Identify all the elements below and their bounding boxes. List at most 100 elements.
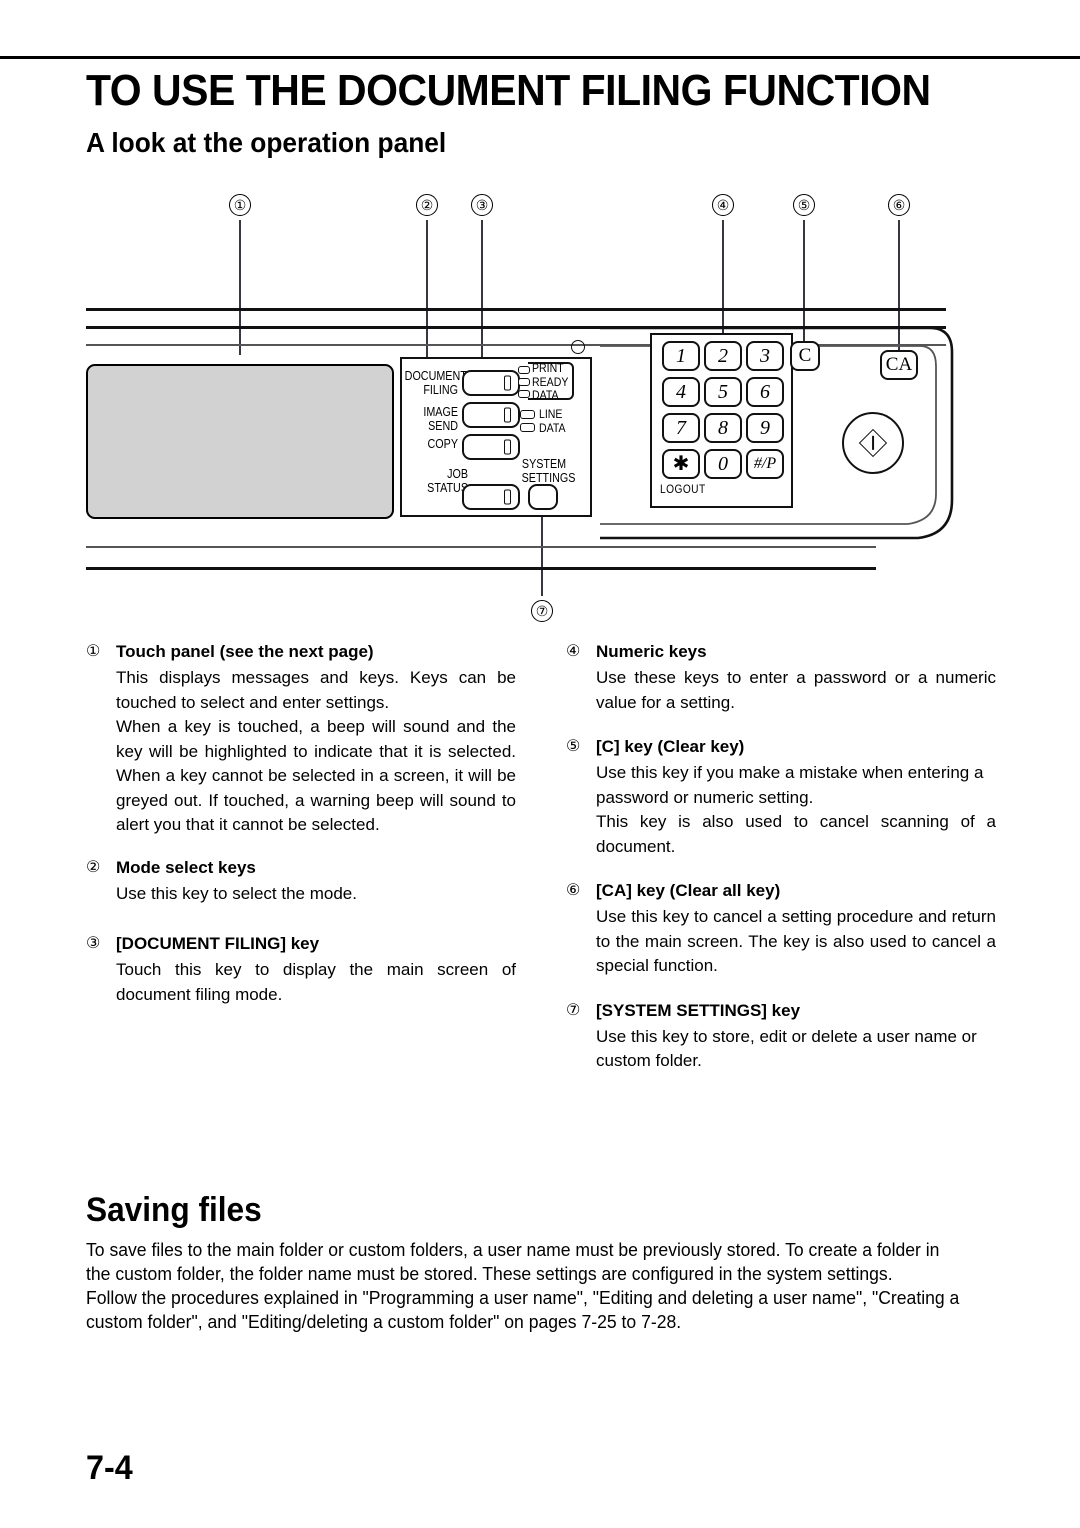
saving-files-body: To save files to the main folder or cust… (86, 1238, 960, 1334)
leader-line-3 (481, 220, 483, 372)
data2-led-icon (520, 423, 535, 432)
item-body-5: Use this key if you make a mistake when … (596, 761, 996, 859)
start-key[interactable] (842, 412, 904, 474)
job-status-key[interactable] (462, 484, 520, 510)
mode-key-label-image-send: IMAGE SEND (423, 405, 458, 433)
key-notch-icon (504, 375, 511, 391)
page-number: 7-4 (86, 1449, 133, 1487)
item-paragraph: When a key is touched, a beep will sound… (116, 717, 516, 834)
ready-led-icon (518, 378, 530, 386)
system-settings-key[interactable] (528, 484, 558, 510)
print-status-labels: PRINT READY DATA (532, 361, 569, 402)
numeric-key-0[interactable]: 0 (704, 449, 742, 479)
description-item-1: ① Touch panel (see the next page) This d… (86, 640, 516, 838)
numeric-key-2[interactable]: 2 (704, 341, 742, 371)
start-diamond-icon (858, 428, 888, 458)
item-paragraph: This displays messages and keys. Keys ca… (116, 668, 516, 712)
item-paragraph: Use this key to store, edit or delete a … (596, 1026, 977, 1071)
item-title-2: Mode select keys (116, 857, 256, 877)
item-body-1: This displays messages and keys. Keys ca… (116, 666, 516, 838)
saving-paragraph-2: Follow the procedures explained in "Prog… (86, 1287, 960, 1332)
item-body-2: Use this key to select the mode. (116, 882, 516, 907)
numeric-key-9[interactable]: 9 (746, 413, 784, 443)
operation-panel-diagram: ① ② ③ ④ ⑤ ⑥ ⑦ DOCUMENT FILING IMAGE SEND… (0, 180, 1080, 640)
item-paragraph: Touch this key to display the main scree… (116, 960, 516, 1004)
numeric-key-1[interactable]: 1 (662, 341, 700, 371)
callout-2: ② (416, 194, 438, 216)
print-led-icon (518, 366, 530, 374)
image-send-key[interactable] (462, 402, 520, 428)
numeric-key-7[interactable]: 7 (662, 413, 700, 443)
item-marker-4: ④ (566, 643, 581, 660)
item-marker-7: ⑦ (566, 1001, 581, 1019)
line-data-labels: LINE DATA (539, 407, 566, 435)
mode-key-label-copy: COPY (427, 437, 458, 451)
item-body-3: Touch this key to display the main scree… (116, 958, 516, 1007)
header-rule (0, 56, 1080, 59)
numeric-key-asterisk[interactable]: ✱ (662, 449, 700, 479)
numeric-key-3[interactable]: 3 (746, 341, 784, 371)
item-body-7: Use this key to store, edit or delete a … (596, 1025, 996, 1074)
numeric-key-hash-p[interactable]: #/P (746, 449, 784, 479)
description-item-2: ② Mode select keys Use this key to selec… (86, 856, 516, 907)
item-marker-3: ③ (86, 935, 101, 952)
item-paragraph: Use this key to select the mode. (116, 883, 357, 903)
numeric-key-8[interactable]: 8 (704, 413, 742, 443)
item-title-3: [DOCUMENT FILING] key (116, 934, 320, 953)
saving-paragraph-1: To save files to the main folder or cust… (86, 1239, 940, 1284)
item-marker-6: ⑥ (566, 882, 581, 899)
callout-7: ⑦ (531, 600, 553, 622)
data-led-icon (518, 390, 530, 398)
page-title: TO USE THE DOCUMENT FILING FUNCTION (86, 66, 931, 115)
item-body-4: Use these keys to enter a password or a … (596, 666, 996, 715)
callout-6: ⑥ (888, 194, 910, 216)
panel-edge-line-bottom1 (86, 546, 876, 548)
item-title-4: Numeric keys (596, 642, 707, 661)
description-item-3: ③ [DOCUMENT FILING] key Touch this key t… (86, 932, 516, 1007)
item-paragraph: Use these keys to enter a password or a … (596, 668, 996, 712)
description-column-left: ① Touch panel (see the next page) This d… (86, 640, 516, 1015)
key-notch-icon (504, 489, 511, 505)
item-body-6: Use this key to cancel a setting procedu… (596, 905, 996, 979)
touch-panel-display[interactable] (86, 364, 394, 519)
panel-edge-line-mid (86, 326, 946, 329)
item-paragraph: This key is also used to cancel scanning… (596, 812, 996, 856)
item-marker-5: ⑤ (566, 738, 581, 755)
section-title: A look at the operation panel (86, 127, 447, 158)
description-column-right: ④ Numeric keys Use these keys to enter a… (566, 640, 996, 1082)
leader-line-6 (898, 220, 900, 360)
item-title-7: [SYSTEM SETTINGS] key (596, 1000, 801, 1020)
document-filing-key[interactable] (462, 370, 520, 396)
callout-5: ⑤ (793, 194, 815, 216)
key-notch-icon (504, 439, 511, 455)
callout-1: ① (229, 194, 251, 216)
logout-label: LOGOUT (660, 482, 706, 496)
mode-key-label-job-status: JOB STATUS (427, 467, 468, 495)
callout-3: ③ (471, 194, 493, 216)
item-paragraph: Use this key if you make a mistake when … (596, 763, 984, 807)
leader-line-1 (239, 220, 241, 355)
panel-edge-line-top (86, 308, 946, 311)
system-settings-label: SYSTEM SETTINGS (521, 457, 576, 485)
numeric-key-5[interactable]: 5 (704, 377, 742, 407)
description-item-6: ⑥ [CA] key (Clear all key) Use this key … (566, 879, 996, 979)
description-item-7: ⑦ [SYSTEM SETTINGS] key Use this key to … (566, 999, 996, 1074)
item-marker-1: ① (86, 643, 101, 660)
numeric-key-6[interactable]: 6 (746, 377, 784, 407)
numeric-key-4[interactable]: 4 (662, 377, 700, 407)
callout-4: ④ (712, 194, 734, 216)
description-item-5: ⑤ [C] key (Clear key) Use this key if yo… (566, 735, 996, 859)
saving-files-heading: Saving files (86, 1191, 262, 1229)
item-paragraph: Use this key to cancel a setting procedu… (596, 907, 996, 975)
copy-key[interactable] (462, 434, 520, 460)
key-notch-icon (504, 407, 511, 423)
mode-key-label-document-filing: DOCUMENT FILING (404, 369, 467, 397)
clear-key[interactable]: C (790, 341, 820, 371)
clear-all-key[interactable]: CA (880, 350, 918, 380)
line-led-icon (520, 410, 535, 419)
panel-edge-line-bottom2 (86, 567, 876, 570)
item-title-6: [CA] key (Clear all key) (596, 881, 781, 900)
indicator-lamp-icon (571, 340, 585, 354)
item-title-5: [C] key (Clear key) (596, 737, 745, 756)
description-item-4: ④ Numeric keys Use these keys to enter a… (566, 640, 996, 715)
